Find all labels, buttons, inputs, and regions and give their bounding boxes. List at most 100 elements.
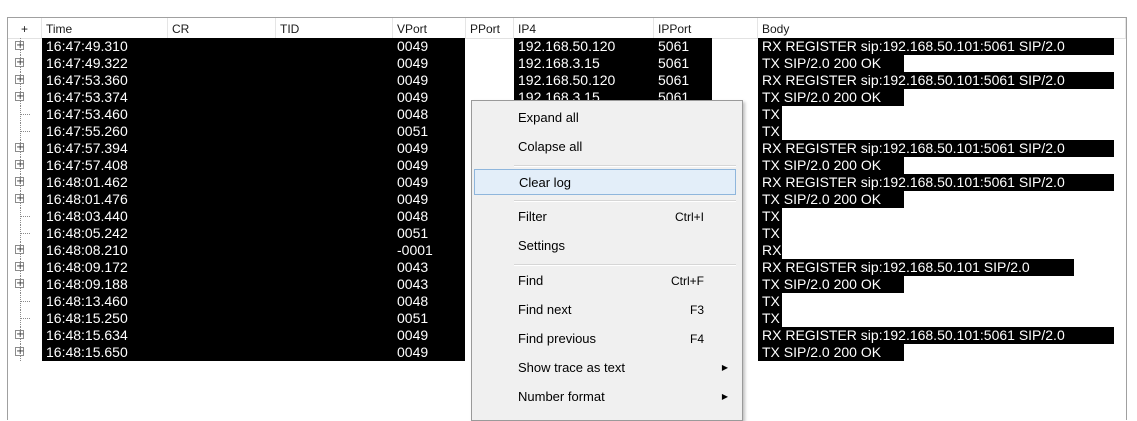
expand-icon[interactable]: + — [15, 143, 24, 153]
cell-body: RX — [762, 242, 782, 258]
expand-icon[interactable]: + — [15, 41, 24, 51]
header-vport[interactable]: VPort — [393, 18, 466, 38]
expand-icon[interactable]: + — [15, 194, 24, 204]
menu-item-label: Find — [518, 273, 544, 288]
cell-vport: 0048 — [397, 208, 429, 224]
menu-item-colapse-all[interactable]: Colapse all — [474, 134, 736, 160]
header-pport[interactable]: PPort — [466, 18, 514, 38]
tree-connector: + — [8, 191, 42, 208]
header-ip4[interactable]: IP4 — [514, 18, 654, 38]
tree-connector: + — [8, 174, 42, 191]
menu-item-find[interactable]: Find Ctrl+F — [474, 268, 736, 294]
expand-icon[interactable]: + — [15, 279, 24, 289]
cell-body: TX — [762, 310, 780, 326]
cell-body: RX REGISTER sip:192.168.50.101 SIP/2.0 — [762, 259, 1030, 275]
menu-item-label: Clear log — [519, 175, 572, 190]
cell-body: TX — [762, 208, 780, 224]
expand-icon[interactable]: + — [15, 58, 24, 68]
expand-icon[interactable]: + — [15, 75, 24, 85]
menu-item-find-next[interactable]: Find next F3 — [474, 297, 736, 323]
cell-vport: 0049 — [397, 174, 429, 190]
menu-item-number-format[interactable]: Number format ▶ — [474, 384, 736, 410]
header-cr[interactable]: CR — [168, 18, 276, 38]
cell-body: RX REGISTER sip:192.168.50.101:5061 SIP/… — [762, 38, 1065, 54]
menu-item-shortcut: Ctrl+F — [671, 274, 704, 288]
cell-vport: 0049 — [397, 344, 429, 360]
tree-connector: + — [8, 276, 42, 293]
cell-time: 16:48:15.634 — [46, 327, 128, 343]
tree-connector: + — [8, 344, 42, 361]
menu-item-label: Number format — [518, 389, 605, 404]
cell-time: 16:48:15.250 — [46, 310, 128, 326]
tree-connector — [8, 208, 42, 225]
header-body[interactable]: Body — [758, 18, 1126, 38]
menu-item-shortcut: F3 — [689, 303, 704, 317]
cell-vport: 0049 — [397, 157, 429, 173]
menu-item-label: Expand all — [518, 110, 579, 125]
cell-vport: -0001 — [397, 242, 433, 258]
menu-item-shortcut: F4 — [689, 332, 704, 346]
table-row[interactable]: +16:47:49.310 0049 192.168.50.120 5061 RX RE… — [8, 38, 1126, 55]
cell-body: TX SIP/2.0 200 OK — [762, 344, 882, 360]
table-row[interactable]: +16:47:49.322 0049 192.168.3.15 5061 TX SIP/… — [8, 55, 1126, 72]
cell-time: 16:48:01.462 — [46, 174, 128, 190]
tree-connector: + — [8, 89, 42, 106]
menu-item-find-previous[interactable]: Find previous F4 — [474, 326, 736, 352]
header-tid[interactable]: TID — [276, 18, 393, 38]
cell-vport: 0049 — [397, 55, 429, 71]
submenu-arrow-icon: ▶ — [721, 363, 728, 372]
cell-vport: 0051 — [397, 310, 429, 326]
tree-connector — [8, 310, 42, 327]
cell-time: 16:48:13.460 — [46, 293, 128, 309]
submenu-arrow-icon: ▶ — [721, 392, 728, 401]
expand-icon[interactable]: + — [15, 347, 24, 357]
cell-time: 16:48:08.210 — [46, 242, 128, 258]
tree-connector: + — [8, 242, 42, 259]
cell-time: 16:48:05.242 — [46, 225, 128, 241]
cell-vport: 0048 — [397, 293, 429, 309]
expand-icon[interactable]: + — [15, 262, 24, 272]
menu-item-label: Colapse all — [518, 139, 583, 154]
table-row[interactable]: +16:47:53.360 0049 192.168.50.120 5061 RX RE… — [8, 72, 1126, 89]
menu-item-expand-all[interactable]: Expand all — [474, 105, 736, 131]
cell-time: 16:48:03.440 — [46, 208, 128, 224]
cell-body: TX SIP/2.0 200 OK — [762, 276, 882, 292]
header-expand[interactable]: + — [8, 18, 42, 38]
cell-body: TX SIP/2.0 200 OK — [762, 191, 882, 207]
cell-ip4: 192.168.50.120 — [518, 38, 616, 54]
menu-item-filter[interactable]: Filter Ctrl+I — [474, 204, 736, 230]
cell-body: TX SIP/2.0 200 OK — [762, 55, 882, 71]
expand-icon[interactable]: + — [15, 245, 24, 255]
menu-item-settings[interactable]: Settings — [474, 233, 736, 259]
cell-vport: 0049 — [397, 140, 429, 156]
cell-body: RX REGISTER sip:192.168.50.101:5061 SIP/… — [762, 174, 1065, 190]
header-ipport[interactable]: IPPort — [654, 18, 758, 38]
cell-vport: 0049 — [397, 72, 429, 88]
cell-vport: 0049 — [397, 327, 429, 343]
cell-vport: 0051 — [397, 225, 429, 241]
tree-connector — [8, 123, 42, 140]
tree-connector — [8, 106, 42, 123]
menu-item-label: Find previous — [518, 331, 597, 346]
cell-time: 16:48:15.650 — [46, 344, 128, 360]
cell-body: TX — [762, 225, 780, 241]
cell-ipport: 5061 — [658, 38, 690, 54]
cell-time: 16:47:53.360 — [46, 72, 128, 88]
expand-icon[interactable]: + — [15, 177, 24, 187]
tree-connector: + — [8, 259, 42, 276]
menu-item-label: Find next — [518, 302, 572, 317]
expand-icon[interactable]: + — [15, 160, 24, 170]
cell-body: RX REGISTER sip:192.168.50.101:5061 SIP/… — [762, 72, 1065, 88]
expand-icon[interactable]: + — [15, 330, 24, 340]
tree-connector: + — [8, 157, 42, 174]
cell-time: 16:47:53.374 — [46, 89, 128, 105]
cell-time: 16:48:01.476 — [46, 191, 128, 207]
menu-item-clear-log[interactable]: Clear log — [474, 169, 736, 195]
header-time[interactable]: Time — [42, 18, 168, 38]
cell-vport: 0049 — [397, 191, 429, 207]
tree-connector: + — [8, 72, 42, 89]
menu-item-show-trace-as-text[interactable]: Show trace as text ▶ — [474, 355, 736, 381]
cell-time: 16:47:57.394 — [46, 140, 128, 156]
expand-icon[interactable]: + — [15, 92, 24, 102]
context-menu: Expand all Colapse all Clear log Filter Ctrl… — [471, 100, 743, 421]
